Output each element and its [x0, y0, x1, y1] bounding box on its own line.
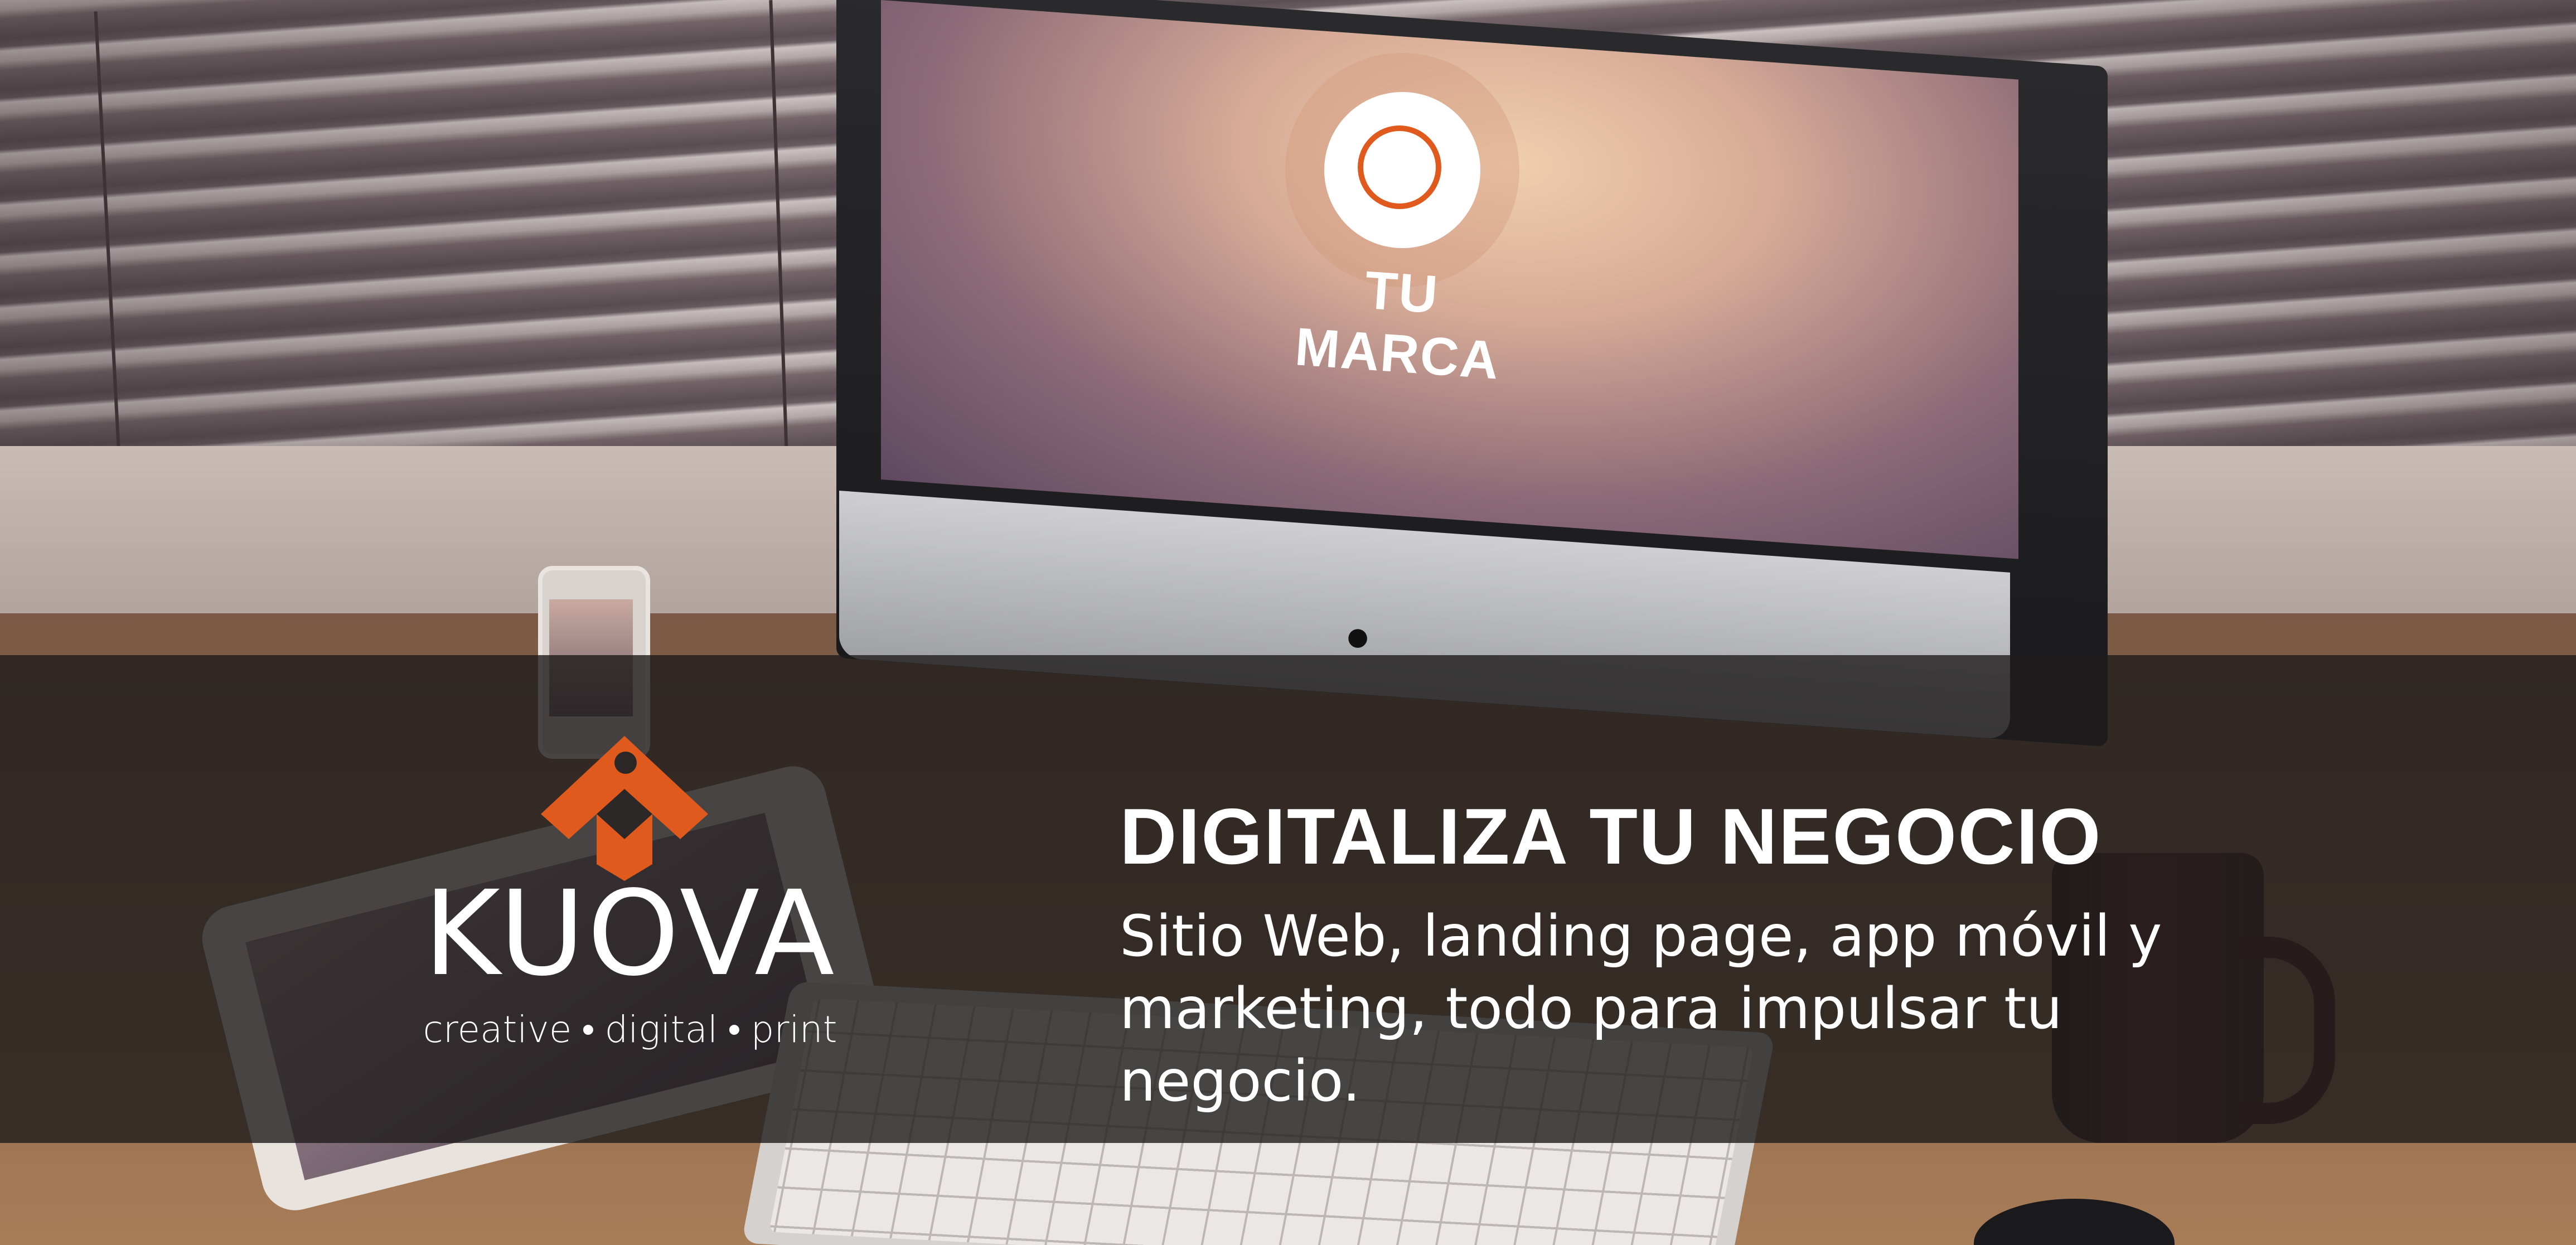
tagline-print: print [750, 1008, 837, 1051]
tagline-separator: • [582, 1008, 595, 1051]
kuova-logo-icon [541, 736, 708, 881]
screen-brand-label: TU MARCA [1293, 260, 1502, 391]
body-line-2: marketing, todo para impulsar tu negocio… [1120, 976, 2062, 1115]
body-line-1: Sitio Web, landing page, app móvil y [1120, 903, 2162, 970]
tagline-creative: creative [423, 1008, 572, 1051]
brand-ring-icon [1358, 125, 1441, 209]
tagline-separator: • [728, 1008, 741, 1051]
tagline-digital: digital [604, 1008, 718, 1051]
banner-headline: DIGITALIZA TU NEGOCIO [1120, 792, 2102, 881]
logo-tagline: creative • digital • print [415, 1008, 845, 1051]
apple-logo-icon: ● [1344, 611, 1371, 660]
banner-body-copy: Sitio Web, landing page, app móvil y mar… [1120, 900, 2291, 1118]
kuova-wordmark: KUOVA [423, 865, 837, 1002]
